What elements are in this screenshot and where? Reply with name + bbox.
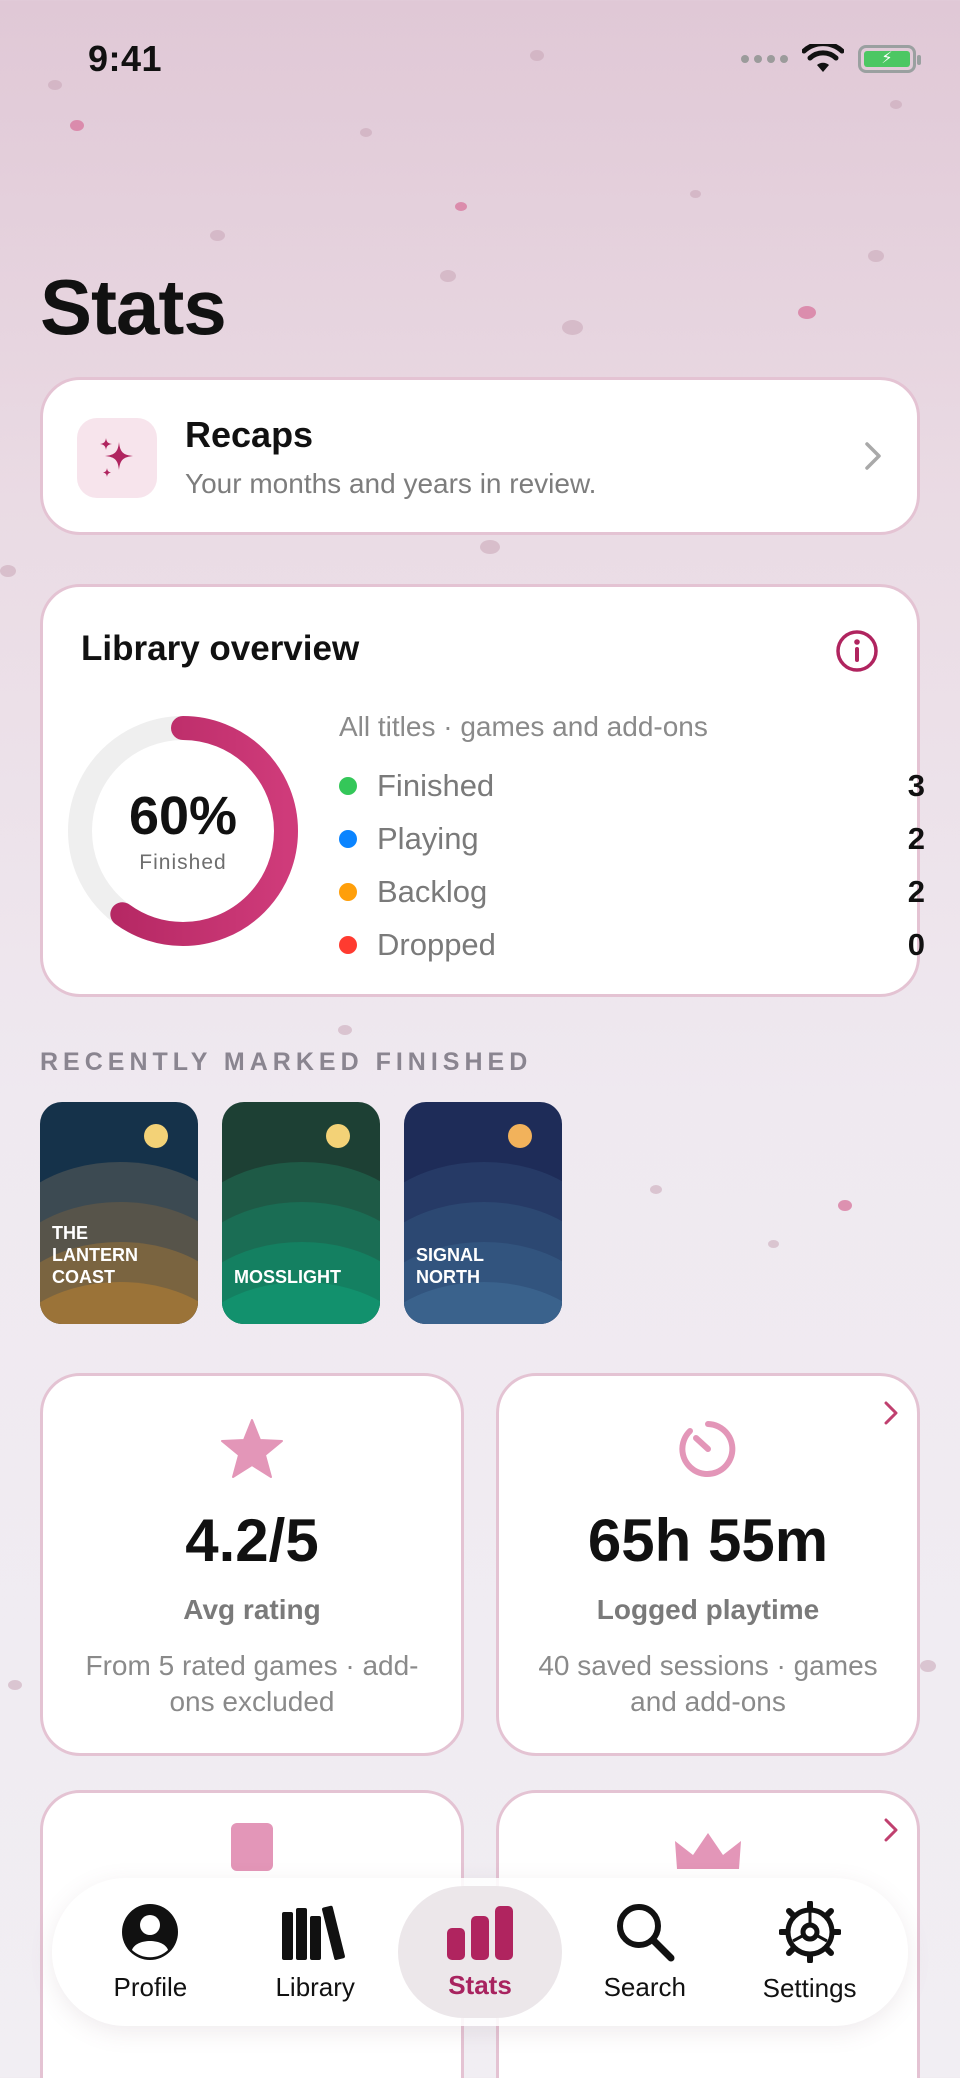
tab-label: Search <box>603 1971 686 2002</box>
star-icon <box>221 1419 283 1478</box>
person-icon <box>122 1903 179 1960</box>
legend-row-dropped: Dropped 0 <box>339 918 925 971</box>
progress-ring: 60% Finished <box>65 713 301 949</box>
section-label-recent: RECENTLY MARKED FINISHED <box>40 1048 533 1076</box>
legend-name: Playing <box>377 820 479 856</box>
recaps-card[interactable]: Recaps Your months and years in review. <box>40 377 920 535</box>
legend-row-playing: Playing 2 <box>339 812 925 865</box>
game-cover[interactable]: MOSSLIGHT <box>222 1102 380 1324</box>
avg-rating-desc: From 5 rated games · add-ons excluded <box>85 1650 419 1717</box>
legend-dot <box>339 829 357 848</box>
legend-dot <box>339 882 357 901</box>
tab-settings[interactable]: Settings <box>727 1886 892 2018</box>
cover-title: MOSSLIGHT <box>234 1267 341 1287</box>
avg-rating-value: 4.2/5 <box>185 1507 319 1574</box>
legend-value: 2 <box>907 873 925 909</box>
legend-value: 0 <box>907 926 925 962</box>
tab-bar: Profile Library Stats Search Settings <box>52 1878 908 2026</box>
tab-label: Settings <box>762 1972 857 2003</box>
tab-label: Library <box>275 1971 355 2002</box>
avg-rating-card: 4.2/5 Avg rating From 5 rated games · ad… <box>40 1373 464 1756</box>
bar-chart-icon <box>446 1905 513 1960</box>
overview-caption: All titles · games and add-ons <box>339 711 708 742</box>
book-icon <box>231 1823 273 1871</box>
status-legend: Finished 3 Playing 2 Backlog 2 Dropped 0 <box>339 759 925 971</box>
sun-icon <box>144 1124 168 1148</box>
legend-value: 3 <box>907 767 925 803</box>
search-icon <box>616 1903 675 1961</box>
playtime-card[interactable]: 65h 55m Logged playtime 40 saved session… <box>496 1373 920 1756</box>
tab-profile[interactable]: Profile <box>68 1886 233 2018</box>
legend-name: Finished <box>377 767 495 803</box>
legend-value: 2 <box>907 820 925 856</box>
books-icon <box>282 1905 346 1960</box>
legend-name: Dropped <box>377 926 496 962</box>
sun-icon <box>326 1124 350 1148</box>
info-icon[interactable] <box>835 629 879 673</box>
recaps-subtitle: Your months and years in review. <box>185 468 597 499</box>
playtime-label: Logged playtime <box>596 1594 820 1625</box>
legend-name: Backlog <box>377 873 488 909</box>
game-cover[interactable]: SIGNAL NORTH <box>404 1102 562 1324</box>
sparkles-icon <box>77 418 157 498</box>
tab-search[interactable]: Search <box>562 1886 727 2018</box>
tab-label: Profile <box>113 1971 188 2002</box>
crown-icon <box>675 1833 741 1869</box>
tab-stats[interactable]: Stats <box>397 1886 563 2018</box>
playtime-desc: 40 saved sessions · games and add-ons <box>538 1650 878 1717</box>
chevron-right-icon <box>865 442 881 470</box>
legend-row-finished: Finished 3 <box>339 759 925 812</box>
finished-percent: 60% <box>128 786 238 846</box>
sun-icon <box>508 1124 532 1148</box>
playtime-value: 65h 55m <box>587 1507 829 1574</box>
library-overview-card: Library overview 60% Finished All titles… <box>40 584 925 997</box>
legend-dot <box>339 935 357 954</box>
cover-title: THE LANTERN COAST <box>52 1223 138 1287</box>
recent-covers: THE LANTERN COAST MOSSLIGHT SIGNAL NORTH <box>40 1102 562 1324</box>
status-time: 9:41 <box>88 38 163 79</box>
gear-icon <box>778 1900 841 1963</box>
legend-dot <box>339 776 357 795</box>
cover-title: SIGNAL NORTH <box>416 1245 485 1287</box>
tab-library[interactable]: Library <box>233 1886 398 2018</box>
game-cover[interactable]: THE LANTERN COAST <box>40 1102 198 1324</box>
legend-row-backlog: Backlog 2 <box>339 865 925 918</box>
signal-dots-icon <box>741 55 788 63</box>
wifi-icon <box>802 44 844 72</box>
timer-icon <box>679 1421 736 1477</box>
status-indicators: ⚡ <box>741 44 921 74</box>
avg-rating-label: Avg rating <box>183 1594 321 1625</box>
page-title: Stats <box>40 263 227 351</box>
overview-title: Library overview <box>81 629 360 668</box>
battery-icon: ⚡ <box>858 45 921 73</box>
tab-label: Stats <box>448 1969 512 2000</box>
recaps-title: Recaps <box>185 414 314 455</box>
finished-percent-label: Finished <box>139 851 227 874</box>
